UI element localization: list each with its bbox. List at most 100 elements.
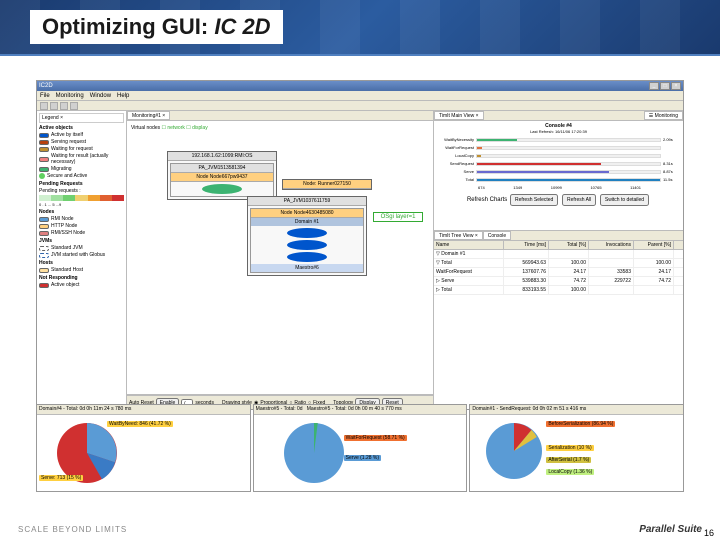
table-row[interactable]: ▽ Total569943.63100.00100.00: [434, 259, 683, 268]
pie-legend-b: Serialization (10 %): [546, 445, 593, 451]
pie-legend-b: Serve: 713 (15 %): [39, 475, 83, 481]
swatch-icon: [39, 283, 49, 288]
console-chart: Console #4 Last Refresh: 16/11/06 17:20:…: [434, 121, 683, 231]
monitoring-tab[interactable]: Monitoring#1 ×: [127, 111, 170, 120]
pie-tab[interactable]: Domain#4 - Total: 0d 0h 11m 24 s 780 ms: [37, 405, 250, 415]
legend-item: Waiting for result (actually necessary): [39, 153, 124, 165]
tool-icon[interactable]: [50, 102, 58, 110]
ao-title: Active objects: [39, 125, 124, 131]
chart-subtitle: Last Refresh: 16/11/06 17:20:39: [436, 129, 681, 134]
swatch-icon: [39, 157, 49, 162]
titlebar[interactable]: IC2D _ □ ×: [37, 81, 683, 91]
refresh-selected-button[interactable]: Refresh Selected: [510, 194, 558, 206]
menu-window[interactable]: Window: [90, 93, 111, 99]
maximize-button[interactable]: □: [660, 82, 670, 90]
menubar: File Monitoring Window Help: [37, 91, 683, 101]
swatch-icon: [39, 231, 49, 236]
slide-footer: SCALE BEYOND LIMITS Parallel Suite: [0, 518, 720, 540]
runner-box[interactable]: Node: Runner027150: [282, 179, 372, 190]
tree-tab[interactable]: TimIt Tree View ×: [434, 231, 483, 240]
swatch-icon: [39, 167, 49, 172]
title-text-a: Optimizing GUI:: [42, 14, 214, 39]
pie-panel-domain4: Domain#4 - Total: 0d 0h 11m 24 s 780 ms …: [36, 404, 251, 492]
swatch-icon: [39, 224, 49, 229]
pie-legend-b: Serve (1.28 %): [344, 455, 381, 461]
host-ip: 192.168.1.62:1099:RMI:OS: [168, 152, 276, 161]
right-panel: TimIt Main View × ☰ Monitoring Console #…: [433, 111, 683, 409]
menu-monitoring[interactable]: Monitoring: [56, 93, 84, 99]
pie-tab[interactable]: Domain#1 - SendRequest: 0d 0h 02 m 51 s …: [470, 405, 683, 415]
legend-item: Secure and Active: [39, 173, 124, 179]
tool-icon[interactable]: [70, 102, 78, 110]
table-row[interactable]: WaitForRequest137607.7624.173358324.17: [434, 268, 683, 277]
table-row[interactable]: ▷ Serve539883.3074.7222972274.72: [434, 277, 683, 286]
ao-oval-icon[interactable]: [287, 228, 327, 238]
node2-box[interactable]: PA_JVM1037611759 Node Node4630485080 Dom…: [247, 196, 367, 276]
pie-legend-d: LocalCopy (1.36 %): [546, 469, 594, 475]
swatch-icon: [39, 140, 49, 145]
swatch-icon: [39, 246, 49, 251]
runner-label: Node: Runner027150: [283, 180, 371, 189]
tool-icon[interactable]: [40, 102, 48, 110]
close-button[interactable]: ×: [671, 82, 681, 90]
pie-tab[interactable]: Maestro#5 - Total: 0d Maestro#5 - Total:…: [254, 405, 467, 415]
center-tabs: Monitoring#1 ×: [127, 111, 433, 121]
host-node-name: Node Node667pw9437: [171, 173, 273, 182]
pie-chart-icon: [284, 423, 344, 483]
swatch-icon: [39, 268, 49, 273]
jvm-title: JVMs: [39, 238, 124, 244]
tree-table: TimIt Tree View × Console NameTime [ms]T…: [434, 231, 683, 409]
timit-tab[interactable]: TimIt Main View ×: [434, 111, 484, 120]
title-text-b: IC 2D: [214, 14, 270, 39]
ao-oval-icon[interactable]: [287, 240, 327, 250]
hosts-title: Hosts: [39, 260, 124, 266]
notresp-title: Not Responding: [39, 275, 124, 281]
ao-oval-icon[interactable]: [287, 252, 327, 262]
pending-bars: [39, 195, 124, 201]
swatch-icon: [39, 173, 45, 179]
monitor-area[interactable]: Virtual nodes ☐ network ☐ display 192.16…: [127, 121, 433, 395]
minimize-button[interactable]: _: [649, 82, 659, 90]
chart-xaxis: 6741349109991076511401: [436, 185, 681, 190]
ao-oval-icon[interactable]: [202, 184, 242, 194]
host-node-box[interactable]: 192.168.1.62:1099:RMI:OS PA_JVM151358139…: [167, 151, 277, 200]
menu-help[interactable]: Help: [117, 93, 129, 99]
legend-item: Standard Host: [39, 267, 124, 273]
toolbar: [37, 101, 683, 111]
legend-item: JVM started with Globus: [39, 252, 124, 258]
legend-item: RMI/SSH Node: [39, 230, 124, 236]
pa2: PA_JVM1037611759: [248, 197, 366, 206]
console-tab[interactable]: Console: [483, 231, 511, 240]
swatch-icon: [39, 217, 49, 222]
refresh-all-button[interactable]: Refresh All: [562, 194, 596, 206]
pie-legend-a: WaitForRequest (58.71 %): [344, 435, 407, 441]
legend-panel: Legend × Active objects Active by itself…: [37, 111, 127, 409]
legend-item: Standard JVM: [39, 245, 124, 251]
legend-item: Active by itself: [39, 132, 124, 138]
table-row[interactable]: ▷ Total833193.55100.00: [434, 286, 683, 295]
refresh-row: Refresh Charts Refresh Selected Refresh …: [436, 194, 681, 206]
legend-item: Serving request: [39, 139, 124, 145]
page-number: 16: [704, 528, 714, 538]
pie-legend-c: AfterSerial (1.7 %): [546, 457, 591, 463]
swatch-icon: [39, 147, 49, 152]
host-pa: PA_JVM1513581394: [171, 164, 273, 173]
slide-title: Optimizing GUI: IC 2D: [30, 10, 283, 44]
pending-sub: Pending requests :: [39, 188, 124, 194]
tool-icon[interactable]: [60, 102, 68, 110]
slide-header: Optimizing GUI: IC 2D: [0, 0, 720, 56]
swatch-icon: [39, 253, 49, 258]
node2: Node Node4630485080: [251, 209, 363, 218]
switch-detailed-button[interactable]: Switch to detailed: [600, 194, 649, 206]
table-row[interactable]: ▽ Domain #1: [434, 250, 683, 259]
legend-item: Migrating: [39, 166, 124, 172]
center-panel: Monitoring#1 × Virtual nodes ☐ network ☐…: [127, 111, 433, 409]
domain-label: Domain #1: [251, 218, 363, 226]
legend-tab[interactable]: Legend ×: [39, 113, 124, 123]
monitoring-mini-tab[interactable]: ☰ Monitoring: [644, 111, 683, 120]
window-title: IC2D: [39, 83, 649, 89]
table-header: NameTime [ms]Total [%]InvocationsParent …: [434, 241, 683, 250]
pie-legend-a: BeforeSerialization (86.94 %): [546, 421, 615, 427]
menu-file[interactable]: File: [40, 93, 50, 99]
vnodes-label: Virtual nodes ☐ network ☐ display: [131, 125, 429, 131]
